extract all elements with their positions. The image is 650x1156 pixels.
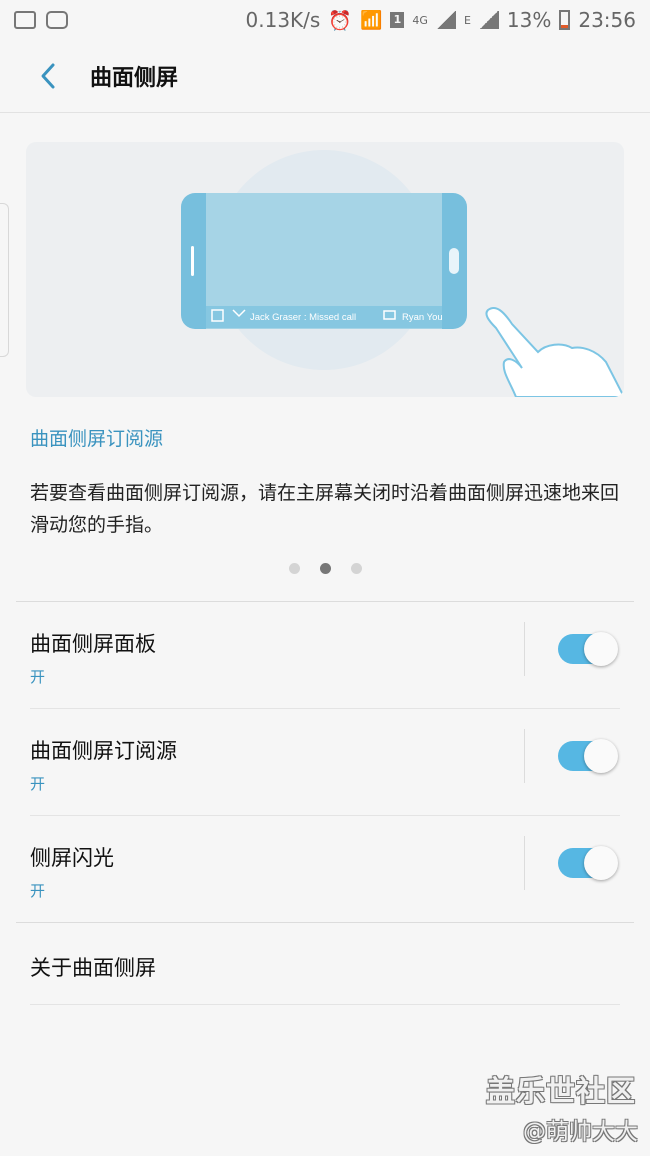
edge-lighting-toggle[interactable]	[558, 846, 618, 880]
setting-title: 曲面侧屏面板	[30, 632, 156, 656]
setting-edge-feeds[interactable]: 曲面侧屏订阅源 开	[0, 709, 650, 815]
edge-feed-link[interactable]: 曲面侧屏订阅源	[30, 424, 163, 451]
signal-icon	[435, 11, 456, 29]
page-title: 曲面侧屏	[90, 66, 179, 91]
app-bar: 曲面侧屏	[0, 40, 650, 113]
clock: 23:56	[578, 8, 636, 32]
setting-edge-lighting[interactable]: 侧屏闪光 开	[0, 816, 650, 922]
section-divider	[16, 922, 634, 923]
setting-status: 开	[30, 668, 46, 686]
page-dot[interactable]	[288, 563, 300, 574]
notification-message: Ryan You	[402, 312, 443, 323]
setting-edge-panels[interactable]: 曲面侧屏面板 开	[0, 602, 650, 708]
edge-panel-handle[interactable]	[0, 203, 9, 357]
illustration-graphic: Jack Graser : Missed call Ryan You	[181, 150, 624, 397]
edge-feed-description: 若要查看曲面侧屏订阅源，请在主屏幕关闭时沿着曲面侧屏迅速地来回滑动您的手指。	[30, 482, 620, 536]
page-indicator	[0, 563, 650, 574]
about-edge-screen[interactable]: 关于曲面侧屏	[30, 952, 156, 982]
setting-status: 开	[30, 882, 46, 900]
screenshot-icon	[46, 11, 68, 29]
wifi-icon: 📶	[360, 9, 383, 31]
setting-title: 侧屏闪光	[30, 846, 114, 870]
alarm-icon: ⏰	[328, 9, 352, 32]
gallery-icon	[14, 11, 36, 29]
net-speed: 0.13K/s	[245, 8, 321, 32]
network-4g-label: 4G	[412, 13, 428, 27]
row-divider	[30, 1004, 620, 1005]
row-separator	[524, 836, 525, 890]
battery-icon	[559, 10, 571, 30]
back-button[interactable]	[28, 56, 68, 96]
edge-panels-toggle[interactable]	[558, 632, 618, 666]
page-dot[interactable]	[350, 563, 362, 574]
setting-title: 曲面侧屏订阅源	[30, 739, 177, 763]
battery-percent: 13%	[506, 8, 552, 32]
notification-missed-call: Jack Graser : Missed call	[250, 312, 356, 323]
network-e-label: E	[463, 13, 471, 27]
edge-feed-illustration: Jack Graser : Missed call Ryan You	[26, 142, 624, 397]
page-dot-active[interactable]	[319, 563, 331, 574]
chevron-left-icon	[41, 63, 55, 89]
row-separator	[524, 729, 525, 783]
setting-status: 开	[30, 775, 46, 793]
sim-icon: 1	[390, 12, 405, 28]
watermark-user: @萌帅大大	[523, 1119, 638, 1145]
status-bar: 0.13K/s ⏰ 📶 1 4G E 13% 23:56	[0, 0, 650, 40]
signal-icon-2	[478, 11, 499, 29]
edge-feeds-toggle[interactable]	[558, 739, 618, 773]
row-separator	[524, 622, 525, 676]
watermark-logo: 盖乐世社区	[485, 1074, 636, 1108]
